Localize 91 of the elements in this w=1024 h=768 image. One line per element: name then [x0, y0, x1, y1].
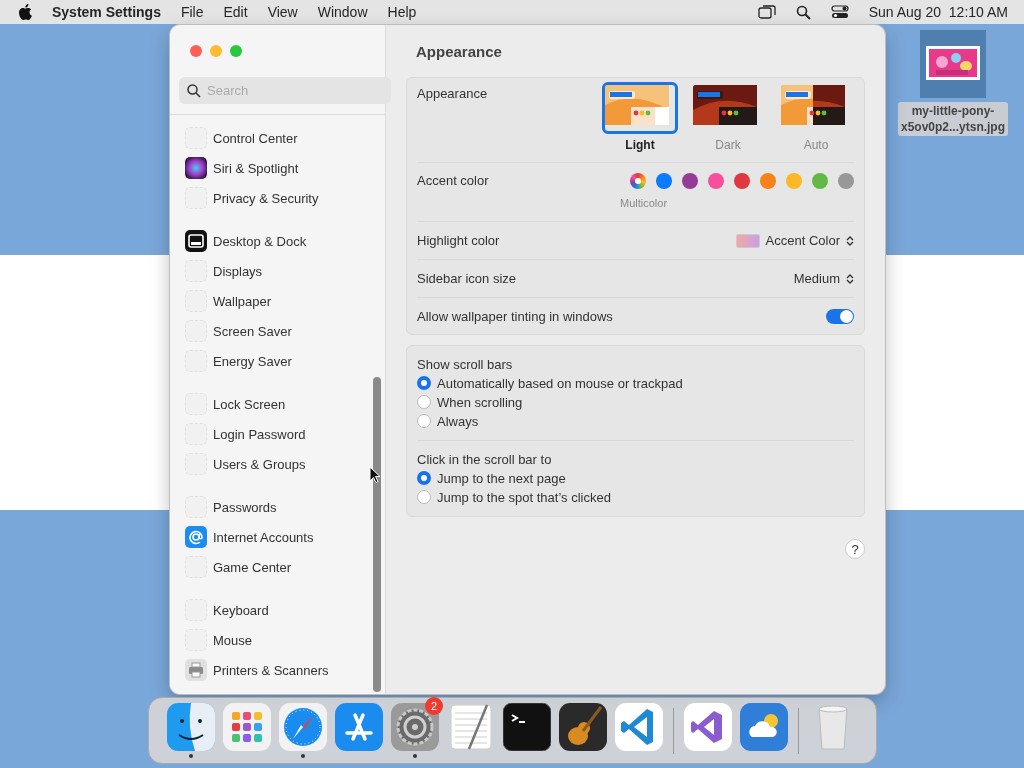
radio-label[interactable]: When scrolling: [437, 394, 523, 410]
gear-icon[interactable]: [391, 702, 439, 751]
section-label: Show scroll bars: [417, 357, 514, 372]
row-label: Highlight color: [417, 233, 500, 248]
sidebar-item[interactable]: Wallpaper: [213, 293, 272, 309]
sidebar-item[interactable]: Energy Saver: [213, 353, 292, 369]
auto-theme-drawing: [781, 85, 845, 125]
row-label: Allow wallpaper tinting in windows: [417, 308, 613, 324]
sidebar-item[interactable]: Mouse: [213, 632, 253, 648]
siri-icon: [185, 157, 207, 179]
printer-icon: [185, 659, 207, 681]
accent-color-swatch[interactable]: [812, 173, 828, 189]
help-button[interactable]: ?: [845, 539, 865, 559]
sidebar-item[interactable]: Game Center: [213, 559, 292, 575]
radio-label[interactable]: Always: [437, 413, 479, 429]
radio-label[interactable]: Jump to the next page: [437, 470, 566, 486]
radio-label[interactable]: Automatically based on mouse or trackpad: [437, 375, 683, 391]
sidebar-item[interactable]: Passwords: [213, 499, 277, 515]
search-field[interactable]: Search: [179, 77, 391, 104]
theme-label: Light: [625, 138, 655, 152]
accent-color-swatch[interactable]: [682, 173, 698, 189]
terminal-icon[interactable]: [503, 702, 551, 751]
theme-label: Dark: [715, 138, 741, 152]
radio-button[interactable]: [417, 395, 431, 409]
sidebar-item[interactable]: Lock Screen: [213, 396, 286, 412]
search-icon: [187, 84, 201, 98]
scroll-thumb[interactable]: [373, 377, 381, 692]
weather-icon[interactable]: [740, 702, 788, 751]
sidebar-item[interactable]: Control Center: [213, 130, 298, 146]
menu-item[interactable]: Window: [317, 4, 368, 20]
compass-icon[interactable]: [279, 702, 327, 751]
menu-item[interactable]: File: [180, 4, 204, 20]
accent-color-swatch[interactable]: [708, 173, 724, 189]
visual-studio-icon[interactable]: [684, 702, 732, 751]
sidebar-item[interactable]: Internet Accounts: [213, 529, 314, 545]
theme-label: Auto: [803, 138, 829, 152]
file-name[interactable]: my-little-pony- x5ov0p2...ytsn.jpg: [898, 102, 1009, 136]
accent-color-swatch[interactable]: [630, 173, 646, 189]
accent-color-swatch[interactable]: [656, 173, 672, 189]
sidebar-item[interactable]: Privacy & Security: [213, 190, 319, 206]
radio-button[interactable]: [417, 490, 431, 504]
sidebar-item[interactable]: Desktop & Dock: [213, 233, 307, 249]
at-sign-icon: [185, 526, 207, 548]
accent-color-swatch[interactable]: [734, 173, 750, 189]
accent-color-swatch[interactable]: [838, 173, 854, 189]
dock-icon: [185, 230, 207, 252]
up-down-chevron-icon: [846, 234, 854, 247]
sidebar-item[interactable]: Screen Saver: [213, 323, 292, 339]
finder-icon[interactable]: [167, 702, 215, 751]
row-label: Appearance: [417, 85, 488, 101]
sidebar-item[interactable]: Siri & Spotlight: [213, 160, 299, 176]
section-label: Click in the scroll bar to: [417, 452, 553, 467]
sidebar-item[interactable]: Keyboard: [213, 602, 269, 618]
control-center-icon[interactable]: [830, 5, 849, 19]
up-down-chevron-icon: [846, 272, 854, 285]
app-menu[interactable]: System Settings: [52, 4, 161, 20]
notification-badge: 2: [425, 696, 443, 715]
apple-logo-icon[interactable]: [18, 4, 32, 20]
guitar-icon[interactable]: [559, 702, 607, 751]
row-label: Sidebar icon size: [417, 271, 516, 286]
radio-button[interactable]: [417, 376, 431, 390]
row-label: Accent color: [417, 172, 489, 188]
menu-item[interactable]: Help: [387, 4, 417, 20]
zoom-button[interactable]: [230, 45, 242, 57]
swatch-caption: Multicolor: [620, 197, 668, 209]
light-theme-drawing: [605, 85, 669, 125]
menu-item[interactable]: Edit: [223, 4, 248, 20]
accent-color-swatch[interactable]: [786, 173, 802, 189]
toggle-switch[interactable]: [826, 308, 854, 324]
menu-item[interactable]: View: [267, 4, 298, 20]
sidebar-item[interactable]: Users & Groups: [213, 456, 306, 472]
radio-button[interactable]: [417, 414, 431, 428]
launchpad-icon[interactable]: [223, 702, 271, 751]
clock[interactable]: Sun Aug 20 12:10 AM: [868, 4, 1008, 20]
sidebar-item[interactable]: Login Password: [213, 426, 306, 442]
sidebar-item[interactable]: Printers & Scanners: [213, 662, 329, 678]
text-document-icon[interactable]: [447, 702, 495, 751]
pointer-cursor-icon: [369, 466, 380, 483]
code-editor-icon[interactable]: [615, 702, 663, 751]
search-icon[interactable]: [795, 4, 811, 20]
dark-theme-drawing: [693, 85, 757, 125]
icon-size-popup[interactable]: Medium: [793, 271, 854, 286]
radio-button[interactable]: [417, 471, 431, 485]
highlight-color-popup[interactable]: Accent Color: [735, 233, 854, 248]
page-title: Appearance: [415, 41, 503, 62]
radio-label[interactable]: Jump to the spot that’s clicked: [437, 489, 611, 505]
accent-color-swatch[interactable]: [760, 173, 776, 189]
windows-icon[interactable]: [757, 5, 776, 19]
close-button[interactable]: [190, 45, 202, 57]
sidebar-item[interactable]: Displays: [213, 263, 263, 279]
app-store-icon[interactable]: [335, 702, 383, 751]
